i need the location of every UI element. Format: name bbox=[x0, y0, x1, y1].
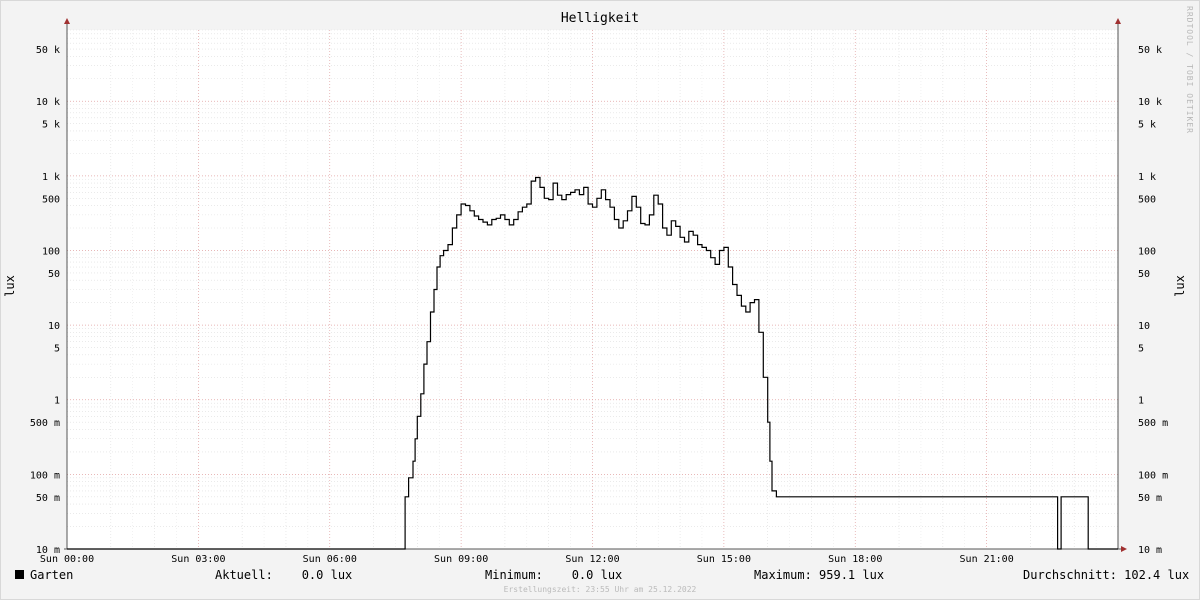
y-tick-label-left: 500 bbox=[42, 194, 60, 205]
x-tick-label: Sun 21:00 bbox=[960, 554, 1014, 565]
legend-maximum: Maximum: 959.1 lux bbox=[754, 568, 885, 582]
x-tick-label: Sun 06:00 bbox=[303, 554, 357, 565]
y-tick-label-left: 50 bbox=[48, 269, 60, 280]
y-tick-label-right: 100 bbox=[1138, 246, 1156, 257]
x-tick-label: Sun 15:00 bbox=[697, 554, 751, 565]
y-tick-label-right: 1 bbox=[1138, 396, 1144, 407]
y-tick-label-left: 10 k bbox=[36, 97, 60, 108]
y-tick-label-left: 100 bbox=[42, 246, 60, 257]
x-tick-label: Sun 00:00 bbox=[40, 554, 94, 565]
x-tick-label: Sun 12:00 bbox=[565, 554, 619, 565]
legend-average: Durchschnitt: 102.4 lux bbox=[1023, 568, 1190, 582]
y-tick-label-right: 10 bbox=[1138, 321, 1150, 332]
chart-title: Helligkeit bbox=[560, 11, 640, 26]
footer-timestamp: Erstellungszeit: 23:55 Uhr am 25.12.2022 bbox=[503, 585, 697, 594]
x-tick-label: Sun 03:00 bbox=[171, 554, 225, 565]
y-tick-label-right: 5 k bbox=[1138, 120, 1156, 131]
y-tick-label-right: 50 k bbox=[1138, 45, 1162, 56]
y-tick-label-left: 1 bbox=[54, 396, 60, 407]
y-tick-label-right: 50 bbox=[1138, 269, 1150, 280]
x-tick-label: Sun 18:00 bbox=[828, 554, 882, 565]
y-tick-label-left: 50 m bbox=[36, 493, 60, 504]
y-tick-label-right: 1 k bbox=[1138, 172, 1156, 183]
x-tick-label: Sun 09:00 bbox=[434, 554, 488, 565]
watermark: RRDTOOL / TOBI OETIKER bbox=[1185, 6, 1194, 134]
y-tick-label-right: 500 bbox=[1138, 194, 1156, 205]
legend-current: Aktuell: 0.0 lux bbox=[215, 568, 353, 582]
legend-series-name: Garten bbox=[30, 568, 74, 582]
legend-swatch bbox=[15, 570, 24, 579]
y-tick-label-left: 10 bbox=[48, 321, 60, 332]
y-tick-label-left: 5 bbox=[54, 344, 60, 355]
y-tick-label-right: 10 k bbox=[1138, 97, 1162, 108]
y-tick-label-right: 50 m bbox=[1138, 493, 1162, 504]
y-tick-label-right: 500 m bbox=[1138, 418, 1168, 429]
y-tick-label-right: 100 m bbox=[1138, 470, 1168, 481]
y-tick-label-left: 100 m bbox=[30, 470, 60, 481]
y-tick-label-left: 50 k bbox=[36, 45, 60, 56]
lux-chart: 10 m 10 m50 m 50 m100 m 100 m500 m 500 m1 15 5… bbox=[30, 18, 1168, 565]
y-tick-label-left: 1 k bbox=[42, 172, 60, 183]
legend-minimum: Minimum: 0.0 lux bbox=[485, 568, 623, 582]
y-tick-label-right: 5 bbox=[1138, 344, 1144, 355]
y-tick-label-left: 5 k bbox=[42, 120, 60, 131]
y-tick-label-right: 10 m bbox=[1138, 545, 1162, 556]
x-axis-arrow bbox=[1121, 546, 1127, 552]
y-tick-label-left: 500 m bbox=[30, 418, 60, 429]
y-axis-label-right: lux bbox=[1173, 275, 1187, 297]
y-axis-label-left: lux bbox=[3, 275, 17, 297]
